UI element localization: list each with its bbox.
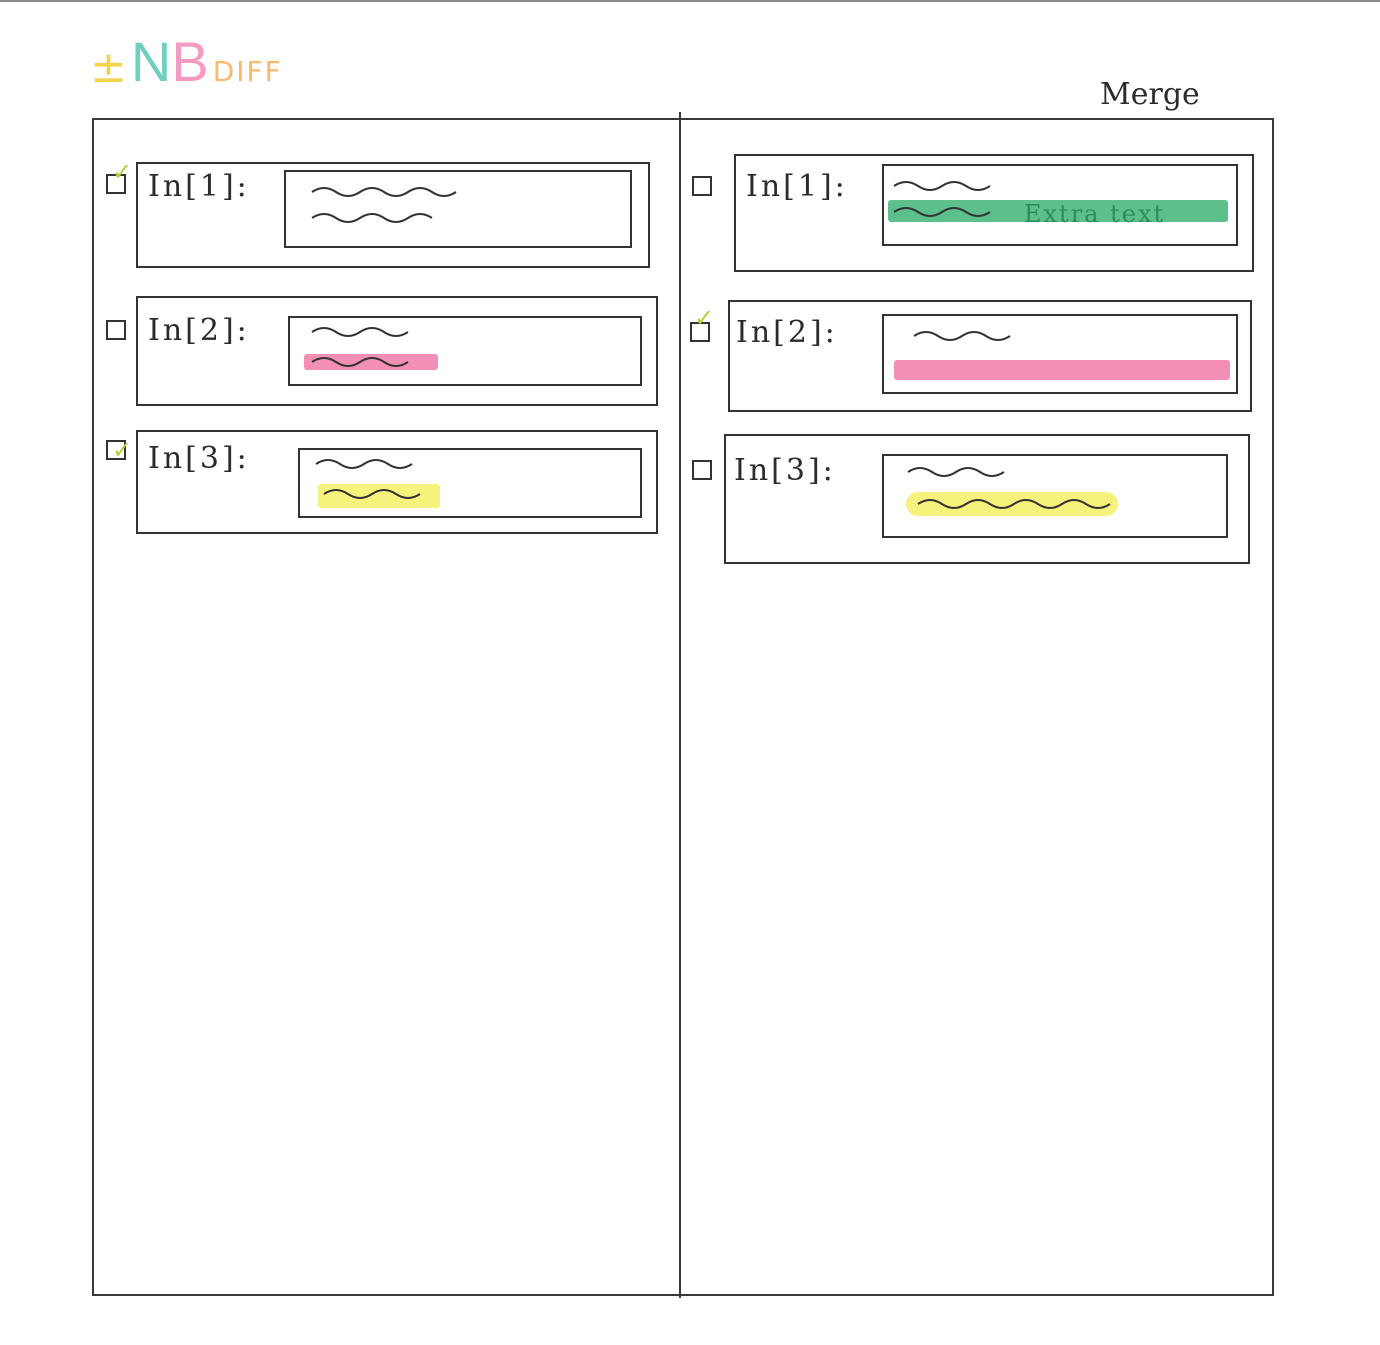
- left-cell-1-checkbox[interactable]: [106, 174, 126, 194]
- panel-divider: [679, 112, 681, 1298]
- code-squiggle: [893, 181, 991, 217]
- extra-text-label: Extra text: [1024, 200, 1166, 228]
- right-cell-2-input[interactable]: [882, 314, 1238, 394]
- merge-button[interactable]: Merge: [1100, 72, 1230, 116]
- right-cell-1-checkbox[interactable]: [692, 176, 712, 196]
- right-cell-3-input[interactable]: [882, 454, 1228, 538]
- right-cell-2-prompt: In[2]:: [736, 315, 838, 350]
- logo-plusminus: ±: [90, 42, 127, 93]
- right-cell-3-prompt: In[3]:: [734, 453, 836, 488]
- right-cell-1-prompt: In[1]:: [746, 169, 848, 204]
- logo-b: B: [171, 30, 209, 93]
- code-squiggle: [315, 459, 421, 499]
- left-cell-3-prompt: In[3]:: [148, 441, 250, 476]
- left-cell-1-prompt: In[1]:: [148, 169, 250, 204]
- code-squiggle: [907, 467, 1111, 509]
- code-squiggle: [311, 327, 409, 367]
- left-cell-2-input[interactable]: [288, 316, 642, 386]
- removed-highlight: [894, 360, 1230, 380]
- left-cell-1-input[interactable]: [284, 170, 632, 248]
- logo-n: N: [130, 30, 172, 93]
- left-cell-3-checkbox[interactable]: [106, 440, 126, 460]
- top-edge: [0, 0, 1380, 2]
- left-cell-2-prompt: In[2]:: [148, 313, 250, 348]
- left-cell-2-checkbox[interactable]: [106, 320, 126, 340]
- code-squiggle: [311, 187, 457, 223]
- diff-frame: [92, 118, 1274, 1296]
- code-squiggle: [913, 331, 1011, 341]
- left-cell-3-input[interactable]: [298, 448, 642, 518]
- nbdiff-logo: ± N B DIFF: [90, 30, 283, 90]
- right-cell-1-input[interactable]: Extra text: [882, 164, 1238, 246]
- right-cell-2-checkbox[interactable]: [690, 322, 710, 342]
- right-cell-3-checkbox[interactable]: [692, 460, 712, 480]
- logo-diff: DIFF: [212, 55, 283, 88]
